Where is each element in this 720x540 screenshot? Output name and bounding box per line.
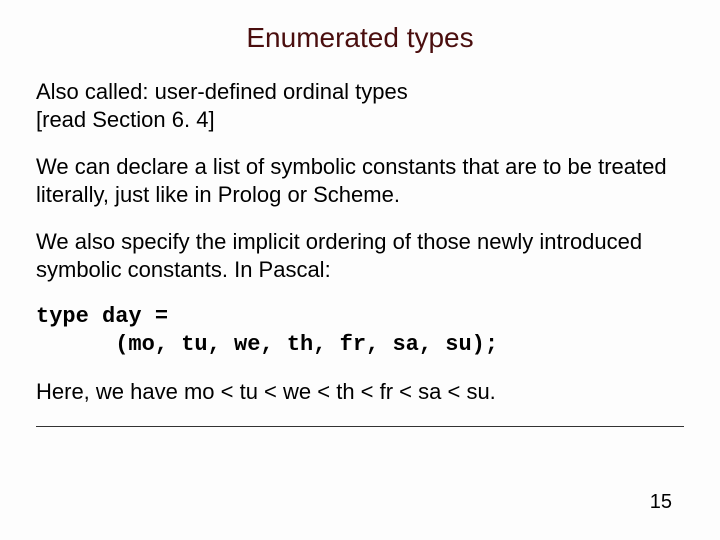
text-line: [read Section 6. 4] [36, 107, 215, 132]
slide-title: Enumerated types [36, 22, 684, 54]
text-line: Also called: user-defined ordinal types [36, 79, 408, 104]
code-block: type day = (mo, tu, we, th, fr, sa, su); [36, 303, 684, 358]
paragraph-declare: We can declare a list of symbolic consta… [36, 153, 684, 208]
paragraph-ordering-example: Here, we have mo < tu < we < th < fr < s… [36, 378, 684, 406]
paragraph-ordering: We also specify the implicit ordering of… [36, 228, 684, 283]
page-number: 15 [650, 491, 672, 514]
paragraph-intro: Also called: user-defined ordinal types … [36, 78, 684, 133]
footer-rule [36, 426, 684, 427]
slide-content: Enumerated types Also called: user-defin… [0, 0, 720, 406]
